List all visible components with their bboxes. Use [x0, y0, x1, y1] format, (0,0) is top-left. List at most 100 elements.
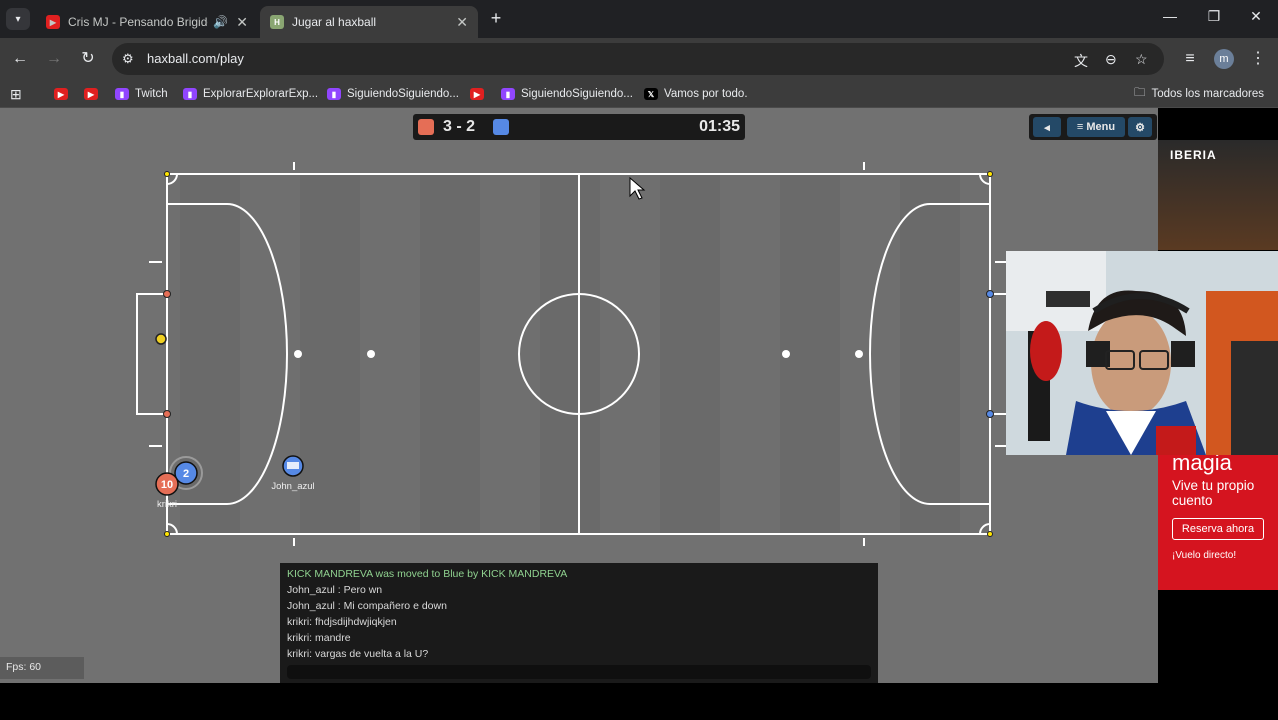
chat-message: krikri: fhdjsdijhdwjiqkjen — [287, 616, 397, 628]
bookmark-youtube-3[interactable]: ▶ — [470, 86, 490, 102]
penalty-spot — [367, 350, 375, 358]
streamer-webcam-image — [1006, 251, 1278, 455]
fps-counter: Fps: 60 — [0, 657, 84, 679]
all-bookmarks-button[interactable]: 🗀 Todos los marcadores — [1134, 86, 1264, 102]
ad-subtitle: Vive tu propio cuento — [1172, 478, 1255, 508]
url-text[interactable]: haxball.com/play — [147, 51, 244, 66]
forward-icon[interactable]: → — [44, 49, 64, 69]
bookmark-explorar[interactable]: ▮ ExplorarExplorarExp... — [183, 86, 318, 102]
ball — [155, 333, 167, 345]
bookmark-siguiendo-2[interactable]: ▮ SiguiendoSiguiendo... — [501, 86, 633, 102]
tab-haxball[interactable]: H Jugar al haxball ✕ — [260, 6, 478, 38]
haxball-game-area[interactable]: 2 10 krikri John_azul 3 - 2 01:35 ◂ ≡ Me… — [0, 108, 1158, 683]
haxball-favicon-icon: H — [270, 15, 284, 29]
penalty-spot — [855, 350, 863, 358]
red-team-square — [418, 119, 434, 135]
player-name: krikri — [157, 499, 177, 510]
bookmark-siguiendo-1[interactable]: ▮ SiguiendoSiguiendo... — [327, 86, 459, 102]
youtube-icon: ▶ — [46, 15, 60, 29]
back-icon[interactable]: ← — [10, 49, 30, 69]
chat-message: John_azul : Mi compañero e down — [287, 600, 447, 612]
chat-message: John_azul : Pero wn — [287, 584, 383, 596]
address-bar[interactable]: ⚙ haxball.com/play 文 ⊖ ☆ — [112, 43, 1164, 75]
more-menu-icon[interactable]: ⋮ — [1248, 49, 1268, 69]
ad-bottom-panel: magia Vive tu propio cuento Reserva ahor… — [1158, 450, 1278, 590]
browser-toolbar: ← → ↻ ⚙ haxball.com/play 文 ⊖ ☆ ≡ m ⋮ — [0, 38, 1278, 80]
blue-goal-post — [986, 410, 994, 418]
twitch-icon: ▮ — [115, 88, 129, 100]
folder-icon: 🗀 — [1134, 86, 1146, 99]
minimize-icon[interactable]: — — [1160, 8, 1180, 24]
bookmark-label: Vamos por todo. — [664, 88, 748, 100]
scoreboard: 3 - 2 01:35 — [413, 114, 745, 140]
reload-icon[interactable]: ↻ — [78, 49, 98, 69]
ad-top-image: IBERIA — [1158, 140, 1278, 250]
blue-team-square — [493, 119, 509, 135]
chat-message: KICK MANDREVA was moved to Blue by KICK … — [287, 568, 568, 580]
speaker-icon[interactable]: 🔊 — [213, 15, 228, 29]
player-number: 2 — [183, 468, 189, 480]
all-bookmarks-label: Todos los marcadores — [1151, 88, 1265, 100]
bookmark-youtube-2[interactable]: ▶ — [84, 86, 104, 102]
bookmark-youtube-1[interactable]: ▶ — [54, 86, 74, 102]
tab-youtube[interactable]: ▶ Cris MJ - Pensando Brigido 🔊 ✕ — [36, 6, 258, 38]
corner-marker — [164, 531, 170, 537]
left-goal — [136, 293, 167, 415]
zoom-icon[interactable]: ⊖ — [1105, 51, 1117, 68]
new-tab-button[interactable]: + — [486, 8, 506, 28]
sound-toggle-icon[interactable]: ◂ — [1033, 117, 1061, 137]
tab-title: Jugar al haxball — [292, 15, 377, 29]
corner-marker — [987, 531, 993, 537]
avatar[interactable]: m — [1214, 49, 1234, 69]
chat-message: krikri: mandre — [287, 632, 351, 644]
bookmark-label: Twitch — [135, 88, 168, 100]
settings-gear-icon[interactable]: ⚙ — [1128, 117, 1152, 137]
twitch-icon: ▮ — [183, 88, 197, 100]
close-window-icon[interactable]: ✕ — [1246, 8, 1266, 25]
score-text: 3 - 2 — [443, 118, 476, 135]
tab-title: Cris MJ - Pensando Brigido — [68, 15, 208, 29]
bookmark-star-icon[interactable]: ☆ — [1135, 51, 1148, 68]
youtube-icon: ▶ — [470, 88, 484, 100]
site-info-icon[interactable]: ⚙ — [122, 51, 134, 67]
penalty-spot — [294, 350, 302, 358]
youtube-icon: ▶ — [54, 88, 68, 100]
menu-button[interactable]: ≡ Menu — [1067, 117, 1125, 137]
game-menu-bar: ◂ ≡ Menu ⚙ — [1029, 114, 1157, 140]
media-control-icon[interactable]: ≡ — [1180, 49, 1200, 69]
blue-goal-post — [986, 290, 994, 298]
red-goal-post — [163, 290, 171, 298]
ad-cta-button[interactable]: Reserva ahora — [1172, 518, 1264, 540]
restore-icon[interactable]: ❐ — [1204, 8, 1224, 25]
bookmark-label: ExplorarExplorarExp... — [203, 88, 319, 100]
chat-message: krikri: vargas de vuelta a la U? — [287, 648, 429, 660]
bookmark-twitch[interactable]: ▮ Twitch — [115, 86, 168, 102]
ad-brand: IBERIA — [1170, 148, 1217, 162]
penalty-spot — [782, 350, 790, 358]
close-tab-icon[interactable]: ✕ — [456, 14, 468, 31]
red-goal-post — [163, 410, 171, 418]
twitch-icon: ▮ — [501, 88, 515, 100]
match-clock: 01:35 — [699, 118, 740, 135]
chat-box: KICK MANDREVA was moved to Blue by KICK … — [280, 563, 878, 683]
x-icon: 𝕏 — [644, 88, 658, 100]
player-name: John_azul — [271, 481, 314, 492]
translate-icon[interactable]: 文 — [1074, 51, 1088, 71]
close-tab-icon[interactable]: ✕ — [236, 14, 248, 31]
apps-icon[interactable]: ⊞ — [10, 86, 22, 102]
chat-input[interactable] — [287, 665, 871, 679]
player-number: 10 — [161, 479, 173, 491]
youtube-icon: ▶ — [84, 88, 98, 100]
page-content: 2 10 krikri John_azul 3 - 2 01:35 ◂ ≡ Me… — [0, 108, 1278, 720]
bookmark-label: SiguiendoSiguiendo... — [347, 88, 459, 100]
tab-strip: ▾ ▶ Cris MJ - Pensando Brigido 🔊 ✕ H Jug… — [0, 0, 1278, 38]
tab-search-button[interactable]: ▾ — [6, 8, 30, 30]
bookmarks-bar: ⊞ ▶ ▶ ▮ Twitch ▮ ExplorarExplorarExp... ▮ S… — [0, 80, 1278, 108]
ad-small-text: ¡Vuelo directo! — [1172, 550, 1237, 561]
bookmark-x[interactable]: 𝕏 Vamos por todo. — [644, 86, 748, 102]
corner-marker — [987, 171, 993, 177]
bookmark-label: SiguiendoSiguiendo... — [521, 88, 633, 100]
webcam-overlay — [1006, 251, 1278, 455]
corner-marker — [164, 171, 170, 177]
twitch-icon: ▮ — [327, 88, 341, 100]
